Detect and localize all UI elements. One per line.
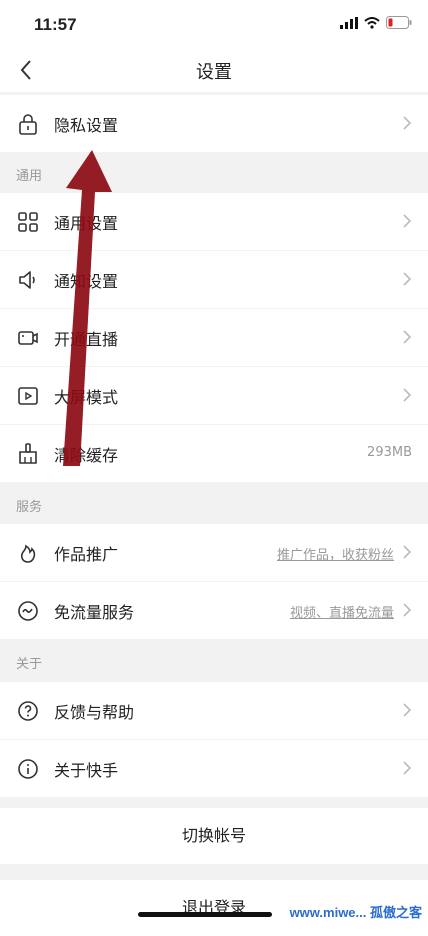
wifi-icon: [364, 16, 380, 29]
general-settings-label: 通用设置: [54, 214, 119, 233]
section-header-about: 关于: [16, 657, 43, 672]
info-icon: [18, 759, 38, 779]
section-header-service: 服务: [16, 500, 43, 515]
notification-settings-label: 通知设置: [54, 272, 119, 291]
nav-bar: 设置: [0, 48, 428, 92]
fire-icon: [20, 544, 36, 563]
chevron-right-icon: [403, 330, 412, 344]
status-icons: [340, 16, 412, 29]
watermark: www.miwe... 孤傲之客: [289, 905, 422, 920]
free-data-service-item[interactable]: 免流量服务 视频、直播免流量: [0, 582, 428, 639]
chevron-right-icon: [403, 545, 412, 559]
chevron-right-icon: [403, 703, 412, 717]
big-screen-mode-item[interactable]: 大屏模式: [0, 367, 428, 424]
cache-size-value: 293MB: [367, 445, 412, 460]
chevron-right-icon: [403, 603, 412, 617]
wave-icon: [18, 601, 38, 621]
privacy-settings-item[interactable]: 隐私设置: [0, 95, 428, 152]
notification-settings-item[interactable]: 通知设置: [0, 251, 428, 308]
open-live-item[interactable]: 开通直播: [0, 309, 428, 366]
switch-account-button[interactable]: 切换帐号: [0, 808, 428, 864]
section-header-general: 通用: [16, 169, 43, 184]
open-live-label: 开通直播: [54, 330, 119, 349]
big-screen-mode-label: 大屏模式: [54, 388, 119, 407]
grid-icon: [18, 212, 38, 232]
chevron-right-icon: [403, 272, 412, 286]
page-title: 设置: [196, 62, 232, 83]
camera-icon: [18, 331, 38, 345]
status-bar: 11:57: [0, 0, 428, 48]
chevron-right-icon: [403, 761, 412, 775]
speaker-icon: [19, 271, 35, 289]
signal-icon: [340, 16, 358, 29]
about-kuaishou-label: 关于快手: [54, 761, 119, 780]
battery-icon: [386, 16, 412, 29]
clear-cache-item[interactable]: 清除缓存 293MB: [0, 425, 428, 482]
play-icon: [18, 387, 38, 405]
status-time: 11:57: [34, 15, 77, 34]
privacy-settings-label: 隐私设置: [54, 116, 119, 135]
free-data-service-label: 免流量服务: [54, 603, 135, 622]
about-kuaishou-item[interactable]: 关于快手: [0, 740, 428, 797]
chevron-right-icon: [403, 214, 412, 228]
promotion-value: 推广作品，收获粉丝: [276, 548, 394, 563]
help-icon: [18, 701, 38, 721]
lock-icon: [19, 114, 37, 135]
clear-cache-label: 清除缓存: [54, 446, 119, 465]
promotion-item[interactable]: 作品推广 推广作品，收获粉丝: [0, 524, 428, 581]
promotion-label: 作品推广: [54, 545, 119, 564]
feedback-help-label: 反馈与帮助: [54, 703, 135, 722]
brush-icon: [19, 443, 37, 464]
free-data-service-value: 视频、直播免流量: [289, 606, 394, 621]
home-indicator: [138, 912, 272, 917]
chevron-right-icon: [403, 116, 412, 130]
feedback-help-item[interactable]: 反馈与帮助: [0, 682, 428, 739]
chevron-right-icon: [403, 388, 412, 402]
general-settings-item[interactable]: 通用设置: [0, 193, 428, 250]
